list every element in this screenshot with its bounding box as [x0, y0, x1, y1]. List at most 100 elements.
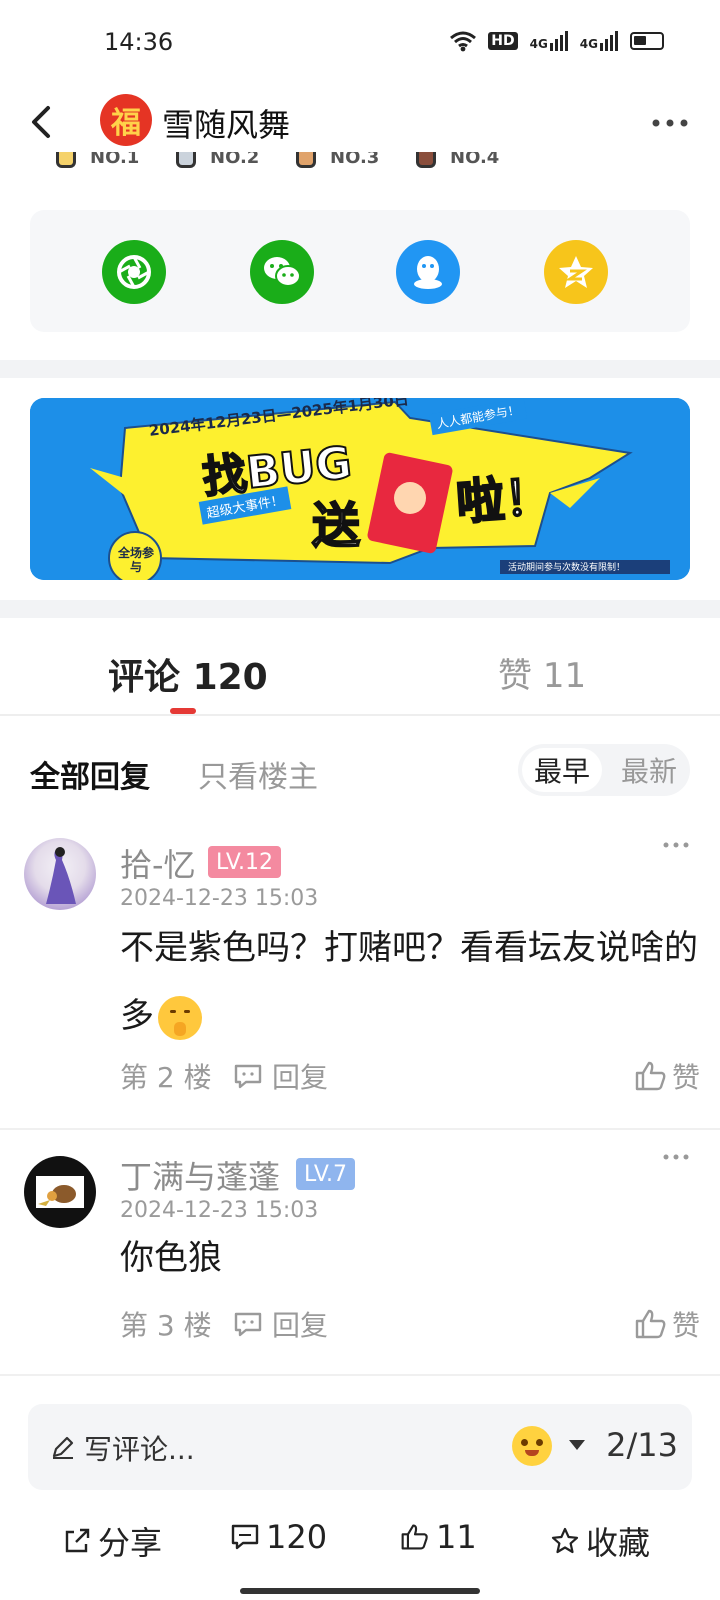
- cup-icon: [176, 152, 196, 168]
- reply-button[interactable]: 回复: [232, 1056, 328, 1096]
- comment-footer: 第 3 楼 回复 赞: [120, 1304, 700, 1344]
- sort-earliest[interactable]: 最早: [522, 748, 602, 792]
- comment-item: 丁满与蓬蓬 LV.7 2024-12-23 15:03 你色狼 第 3 楼 回复…: [0, 1132, 720, 1370]
- author-avatar[interactable]: 福: [100, 94, 152, 146]
- banner-headline-3: 啦！: [454, 468, 556, 533]
- filter-owner-only[interactable]: 只看楼主: [198, 752, 318, 796]
- status-bar: 14:36 HD 4G 4G: [0, 0, 720, 86]
- rank-item: NO.1: [56, 152, 139, 168]
- emoji-mouth: [525, 1450, 539, 1456]
- rank-label: NO.1: [90, 152, 140, 168]
- share-panel: [30, 210, 690, 332]
- rank-strip: NO.1 NO.2 NO.3 NO.4: [30, 152, 690, 174]
- caret-down-icon[interactable]: [568, 1438, 586, 1452]
- top-nav: 福 雪随风舞: [0, 86, 720, 160]
- commenter-avatar[interactable]: [24, 838, 96, 910]
- tab-likes-count: 11: [542, 656, 587, 696]
- banner-badge: 全场参与: [117, 546, 154, 574]
- tab-likes[interactable]: 赞 11: [498, 648, 586, 697]
- favorite-button[interactable]: 收藏: [550, 1518, 650, 1564]
- comment-footer: 第 2 楼 回复 赞: [120, 1056, 700, 1096]
- bottom-divider: [0, 1374, 720, 1376]
- star-icon: [551, 1527, 579, 1554]
- thumbs-up-icon: [635, 1309, 666, 1339]
- comment-text: 你色狼: [120, 1224, 700, 1292]
- comment-like-tabs: 评论 120 赞 11: [0, 618, 720, 716]
- commenter-avatar[interactable]: [24, 1156, 96, 1228]
- emoji-eye: [521, 1439, 528, 1446]
- moments-icon: [117, 255, 151, 289]
- banner-headline-2: 送: [311, 497, 361, 555]
- floor-number: 第 2 楼: [120, 1061, 212, 1094]
- like-post-button[interactable]: 11: [400, 1518, 477, 1556]
- rank-item: NO.3: [296, 152, 379, 168]
- share-moments-button[interactable]: [102, 240, 166, 304]
- emoji-button[interactable]: [512, 1426, 552, 1466]
- signal-4g-icon: 4G: [530, 31, 568, 51]
- rank-item: NO.4: [416, 152, 499, 168]
- home-indicator[interactable]: [240, 1588, 480, 1594]
- page-counter[interactable]: 2/13: [606, 1426, 678, 1464]
- reply-label: 回复: [272, 1309, 329, 1342]
- status-time: 14:36: [104, 28, 174, 56]
- share-wechat-button[interactable]: [250, 240, 314, 304]
- signal-4g-icon-2: 4G: [580, 31, 618, 51]
- hd-icon: HD: [488, 32, 518, 50]
- tab-comments[interactable]: 评论 120: [108, 648, 268, 700]
- more-icon[interactable]: [650, 108, 690, 138]
- wechat-icon: [264, 257, 301, 287]
- wifi-icon: [450, 31, 477, 52]
- favorite-label: 收藏: [586, 1524, 651, 1562]
- avatar-char: 福: [111, 106, 141, 141]
- tab-likes-label: 赞: [498, 656, 532, 696]
- comment-text-content: 你色狼: [120, 1238, 222, 1278]
- comment-time: 2024-12-23 15:03: [120, 886, 319, 911]
- commenter-name[interactable]: 拾-忆: [120, 840, 196, 886]
- commenter-name[interactable]: 丁满与蓬蓬: [120, 1152, 280, 1198]
- status-icons: HD 4G 4G: [450, 30, 664, 52]
- bottom-action-bar: 分享 120 11 收藏: [0, 1504, 720, 1576]
- like-label: 赞: [671, 1309, 700, 1342]
- sort-toggle: 最早 最新: [518, 744, 690, 796]
- active-tab-indicator: [170, 708, 196, 714]
- sort-newest[interactable]: 最新: [612, 748, 686, 792]
- emoji-eye: [536, 1439, 543, 1446]
- banner-note: 活动期间参与次数没有限制！: [508, 563, 626, 573]
- qq-icon: [414, 256, 442, 289]
- back-arrow-icon[interactable]: [22, 100, 62, 144]
- cup-icon: [416, 152, 436, 168]
- comment-more-icon[interactable]: [662, 1152, 690, 1162]
- filter-all-replies[interactable]: 全部回复: [30, 752, 150, 796]
- avatar-figure: [46, 847, 76, 904]
- promo-banner[interactable]: 2024年12月23日—2025年1月30日 找BUG 送 啦！ 人人都能参与！…: [30, 398, 690, 580]
- share-qq-button[interactable]: [396, 240, 460, 304]
- reply-button[interactable]: 回复: [232, 1304, 328, 1344]
- comment-text: 不是紫色吗？打赌吧？看看坛友说啥的多: [120, 914, 700, 1050]
- pencil-icon: [52, 1436, 74, 1459]
- like-button[interactable]: 赞: [634, 1056, 700, 1096]
- share-qzone-button[interactable]: [544, 240, 608, 304]
- author-name[interactable]: 雪随风舞: [162, 100, 290, 146]
- section-separator: [0, 600, 720, 618]
- level-badge: LV.12: [208, 846, 282, 878]
- comments-count: 120: [266, 1518, 328, 1556]
- qzone-icon: [559, 256, 593, 288]
- like-button[interactable]: 赞: [634, 1304, 700, 1344]
- cup-icon: [56, 152, 76, 168]
- thumbs-up-icon: [401, 1524, 428, 1550]
- comment-more-icon[interactable]: [662, 840, 690, 850]
- reply-label: 回复: [272, 1061, 329, 1094]
- comments-button[interactable]: 120: [230, 1518, 327, 1556]
- level-badge: LV.7: [296, 1158, 356, 1190]
- reply-icon: [234, 1064, 262, 1089]
- cup-icon: [296, 152, 316, 168]
- floor-number: 第 3 楼: [120, 1309, 212, 1342]
- comment-text-content: 不是紫色吗？打赌吧？看看坛友说啥的多: [120, 928, 698, 1036]
- rank-label: NO.3: [330, 152, 380, 168]
- filter-row: 全部回复 只看楼主 最早 最新: [0, 738, 720, 808]
- comment-input-bar[interactable]: 写评论... 2/13: [28, 1404, 692, 1490]
- comment-input-placeholder[interactable]: 写评论...: [84, 1428, 195, 1468]
- share-button[interactable]: 分享: [62, 1518, 162, 1564]
- section-separator: [0, 360, 720, 378]
- comment-divider: [0, 1128, 720, 1130]
